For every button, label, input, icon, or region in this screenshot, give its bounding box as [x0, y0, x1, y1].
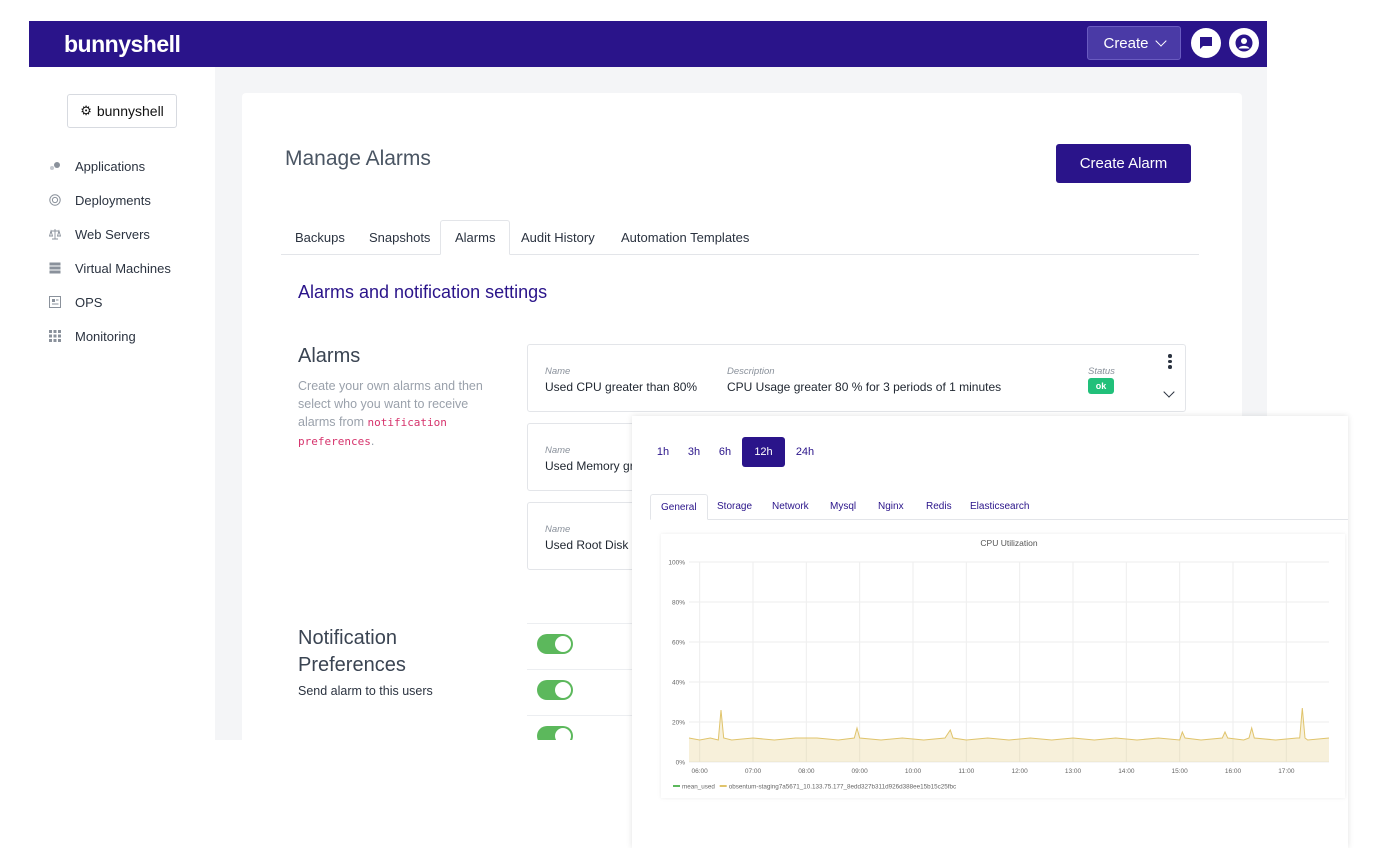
alarm-name: Used Memory gre: [545, 459, 641, 473]
alarm-description: CPU Usage greater 80 % for 3 periods of …: [727, 380, 1002, 394]
x-tick-label: 07:00: [745, 768, 762, 775]
logo[interactable]: bunnyshell: [64, 31, 181, 58]
cpu-utilization-chart: CPU Utilization 0% 20% 40% 60% 80% 100% 06:00 07…: [661, 534, 1345, 798]
chevron-down-icon: [1154, 35, 1167, 47]
org-settings-button[interactable]: ⚙ bunnyshell: [67, 94, 177, 128]
grid-icon: [49, 330, 61, 342]
notification-toggle[interactable]: [537, 726, 573, 740]
sidebar-item-label: Applications: [75, 158, 146, 174]
chart-canvas: CPU Utilization 0% 20% 40% 60% 80% 100% 06:00 07…: [668, 538, 1330, 791]
notification-toggle[interactable]: [537, 680, 573, 700]
deployments-icon: [49, 194, 61, 206]
range-12h[interactable]: 12h: [742, 437, 785, 467]
monitoring-panel: 1h 3h 6h 12h 24h General Storage Network…: [632, 416, 1348, 848]
tab-alarms[interactable]: Alarms: [440, 220, 511, 255]
sidebar-item-label: Virtual Machines: [75, 260, 171, 276]
x-tick-label: 16:00: [1225, 768, 1242, 775]
notification-preferences-heading: Notification Preferences: [298, 627, 406, 676]
tab-network[interactable]: Network: [762, 494, 819, 519]
name-label: Name: [545, 366, 571, 377]
tab-bar: Backups Snapshots Alarms Audit History A…: [281, 220, 1199, 255]
range-6h[interactable]: 6h: [713, 437, 737, 467]
sidebar-item-ops[interactable]: OPS: [49, 285, 171, 319]
tab-redis[interactable]: Redis: [916, 494, 962, 519]
x-tick-label: 17:00: [1278, 768, 1295, 775]
chart-title: CPU Utilization: [980, 538, 1037, 548]
tab-general[interactable]: General: [650, 494, 708, 520]
ops-icon: [49, 296, 61, 308]
y-tick-label: 80%: [672, 600, 685, 607]
alarm-name: Used CPU greater than 80%: [545, 380, 698, 394]
x-tick-label: 13:00: [1065, 768, 1082, 775]
user-icon: [1235, 34, 1253, 52]
sidebar-item-web-servers[interactable]: Web Servers: [49, 217, 171, 251]
sidebar-item-deployments[interactable]: Deployments: [49, 183, 171, 217]
page-title: Manage Alarms: [285, 147, 431, 170]
notification-preferences-description: Send alarm to this users: [298, 684, 433, 698]
tab-storage[interactable]: Storage: [707, 494, 762, 519]
status-badge: ok: [1088, 378, 1114, 394]
sidebar-nav: Applications Deployments Web Servers Vir…: [49, 149, 171, 353]
y-tick-label: 100%: [668, 560, 685, 567]
tab-backups[interactable]: Backups: [281, 220, 359, 254]
applications-icon: [49, 160, 61, 172]
x-tick-label: 12:00: [1012, 768, 1029, 775]
section-title: Alarms and notification settings: [298, 282, 548, 302]
description-label: Description: [727, 366, 775, 377]
sidebar-item-applications[interactable]: Applications: [49, 149, 171, 183]
alarm-name: Used Root Disk gr: [545, 538, 643, 552]
sidebar-item-virtual-machines[interactable]: Virtual Machines: [49, 251, 171, 285]
more-options-icon[interactable]: [1168, 354, 1172, 369]
status-label: Status: [1088, 366, 1115, 377]
range-3h[interactable]: 3h: [682, 437, 706, 467]
sidebar: ⚙ bunnyshell Applications Deployments We…: [29, 67, 215, 740]
alarm-row[interactable]: Name Used CPU greater than 80% Descripti…: [527, 344, 1186, 412]
x-tick-label: 11:00: [958, 768, 974, 775]
create-alarm-button[interactable]: Create Alarm: [1056, 144, 1191, 183]
tab-mysql[interactable]: Mysql: [820, 494, 866, 519]
scale-icon: [49, 228, 61, 240]
server-icon: [49, 262, 61, 274]
alarms-description-end: .: [370, 434, 375, 448]
tab-automation-templates[interactable]: Automation Templates: [607, 220, 763, 254]
top-bar: bunnyshell Create: [29, 21, 1267, 67]
sidebar-item-label: OPS: [75, 294, 103, 310]
chat-button[interactable]: [1191, 28, 1221, 58]
y-tick-label: 40%: [672, 680, 685, 687]
sidebar-item-label: Web Servers: [75, 226, 150, 242]
create-label: Create: [1103, 34, 1149, 52]
y-tick-label: 20%: [672, 720, 685, 727]
x-tick-label: 09:00: [852, 768, 869, 775]
chevron-down-icon[interactable]: [1163, 386, 1175, 398]
x-tick-label: 10:00: [905, 768, 922, 775]
sidebar-item-monitoring[interactable]: Monitoring: [49, 319, 171, 353]
name-label: Name: [545, 445, 571, 456]
user-menu-button[interactable]: [1229, 28, 1259, 58]
chat-icon: [1200, 37, 1212, 49]
tab-elasticsearch[interactable]: Elasticsearch: [960, 494, 1039, 519]
y-tick-label: 0%: [676, 760, 686, 767]
alarms-description: Create your own alarms and then select w…: [298, 377, 488, 451]
metrics-tab-bar: General Storage Network Mysql Nginx Redi…: [650, 494, 1348, 520]
org-label: bunnyshell: [96, 103, 164, 119]
range-1h[interactable]: 1h: [652, 437, 674, 467]
create-dropdown-button[interactable]: Create: [1087, 26, 1181, 60]
tab-audit-history[interactable]: Audit History: [507, 220, 609, 254]
x-tick-label: 14:00: [1118, 768, 1135, 775]
legend-label: mean_used: [682, 784, 715, 791]
y-tick-label: 60%: [672, 640, 685, 647]
range-24h[interactable]: 24h: [791, 437, 819, 467]
x-tick-label: 08:00: [798, 768, 815, 775]
tab-snapshots[interactable]: Snapshots: [355, 220, 444, 254]
x-tick-label: 15:00: [1172, 768, 1189, 775]
x-tick-label: 06:00: [692, 768, 709, 775]
legend-label: obsentum-staging7a5671_10.133.75.177_8ed…: [729, 784, 956, 791]
name-label: Name: [545, 524, 571, 535]
gear-icon: ⚙: [80, 103, 92, 118]
sidebar-item-label: Deployments: [75, 192, 151, 208]
tab-nginx[interactable]: Nginx: [868, 494, 914, 519]
notification-toggle[interactable]: [537, 634, 573, 654]
sidebar-item-label: Monitoring: [75, 328, 136, 344]
alarms-heading: Alarms: [298, 345, 361, 367]
